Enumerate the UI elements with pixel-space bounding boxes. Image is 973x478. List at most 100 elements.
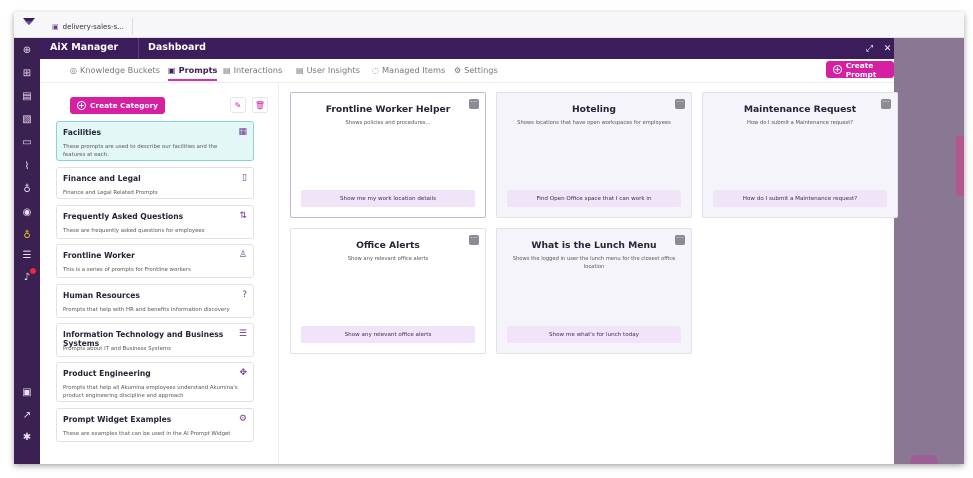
prompt-card[interactable]: ··· What is the Lunch Menu Shows the log… xyxy=(496,228,692,354)
card-cta[interactable]: Show me what's for lunch today xyxy=(507,326,681,343)
category-item-finance[interactable]: Finance and Legal Finance and Legal Rela… xyxy=(56,167,254,199)
card-cta[interactable]: Show me my work location details xyxy=(301,190,475,207)
prompt-card[interactable]: ··· Frontline Worker Helper Shows polici… xyxy=(290,92,486,218)
person-icon: ♙ xyxy=(238,250,247,260)
edit-icon[interactable]: ✎ xyxy=(230,97,246,113)
prompt-card[interactable]: ··· Hoteling Shows locations that have o… xyxy=(496,92,692,218)
plus-icon: + xyxy=(77,101,86,110)
analytics-icon[interactable]: ⌇ xyxy=(20,159,34,173)
panel-divider xyxy=(278,83,279,464)
insights-icon: ▤ xyxy=(296,65,304,75)
card-desc: Shows locations that have open workspace… xyxy=(517,120,671,126)
lightbulb-icon[interactable]: ♁ xyxy=(20,228,34,242)
images-icon[interactable]: ▧ xyxy=(20,112,34,126)
category-desc: These prompts are used to describe our f… xyxy=(63,144,218,158)
browser-tab[interactable]: ▣ delivery-sales-s... xyxy=(44,18,133,35)
calendar-icon[interactable]: ▣ xyxy=(20,385,34,399)
tab-user-insights[interactable]: ▤ User Insights xyxy=(296,65,360,75)
category-desc: This is a series of prompts for Frontlin… xyxy=(63,267,191,273)
card-title: Office Alerts xyxy=(356,240,420,251)
list-icon: ☰ xyxy=(238,329,247,339)
category-title: Frontline Worker xyxy=(63,251,135,260)
category-item-facilities[interactable]: Facilities These prompts are used to des… xyxy=(56,121,254,161)
category-item-widget[interactable]: Prompt Widget Examples These are example… xyxy=(56,408,254,442)
close-icon[interactable]: ✕ xyxy=(880,41,895,56)
gear-icon: ⚙ xyxy=(238,414,247,424)
category-title: Frequently Asked Questions xyxy=(63,212,184,221)
card-cta[interactable]: How do I submit a Maintenance request? xyxy=(713,190,887,207)
tab-knowledge-buckets[interactable]: ◎ Knowledge Buckets xyxy=(70,65,160,75)
award-icon[interactable]: ♁ xyxy=(20,182,34,196)
interactions-icon: ▤ xyxy=(223,65,231,75)
category-title: Product Engineering xyxy=(63,369,151,378)
tab-label: Interactions xyxy=(233,65,283,75)
tab-label: Knowledge Buckets xyxy=(79,65,160,75)
tab-managed-items[interactable]: ◌ Managed Items xyxy=(372,65,445,75)
category-title: Human Resources xyxy=(63,291,140,300)
category-desc: These are examples that can be used in t… xyxy=(63,431,231,437)
document-icon[interactable]: ▤ xyxy=(20,89,34,103)
prompt-card[interactable]: ··· Maintenance Request How do I submit … xyxy=(702,92,898,218)
layout-icon[interactable]: ▭ xyxy=(20,135,34,149)
move-icon: ✥ xyxy=(239,368,247,378)
bug-icon[interactable]: ✱ xyxy=(20,430,34,444)
create-prompt-button[interactable]: + Create Prompt xyxy=(826,60,894,79)
card-title: Frontline Worker Helper xyxy=(325,104,451,115)
header-divider xyxy=(138,38,139,59)
add-circle-icon[interactable]: ⊕ xyxy=(20,43,34,57)
notification-badge xyxy=(30,268,36,274)
category-item-it[interactable]: Information Technology and Business Syst… xyxy=(56,323,254,357)
app-window: ▣ delivery-sales-s... ⊕ ⊞ ▤ ▧ ▭ ⌇ ♁ ◉ ♁ … xyxy=(14,12,964,464)
card-desc: Show any relevant office alerts xyxy=(347,256,429,262)
card-desc: Shows the logged in user the lunch menu … xyxy=(512,256,676,270)
broadcast-icon[interactable]: ◉ xyxy=(20,205,34,219)
card-desc: Shows policies and procedures... xyxy=(345,120,431,126)
prompt-card[interactable]: ··· Office Alerts Show any relevant offi… xyxy=(290,228,486,354)
main-content: ◎ Knowledge Buckets ▣ Prompts ▤ Interact… xyxy=(40,59,898,464)
hierarchy-icon[interactable]: ⊞ xyxy=(20,66,34,80)
tab-interactions[interactable]: ▤ Interactions xyxy=(223,65,282,75)
category-item-hr[interactable]: Human Resources Prompts that help with H… xyxy=(56,284,254,318)
tab-prompts[interactable]: ▣ Prompts xyxy=(168,65,218,81)
card-title: Maintenance Request xyxy=(743,104,857,115)
delete-icon[interactable]: 🗑 xyxy=(252,97,268,113)
tab-label: Settings xyxy=(464,65,498,75)
help-icon: ? xyxy=(242,290,247,300)
app-header: AiX Manager Dashboard ⤢ ✕ xyxy=(40,38,894,59)
category-desc: Prompts about IT and Business Systems xyxy=(63,346,171,352)
page-icon: ▣ xyxy=(52,22,59,31)
create-prompt-label: Create Prompt xyxy=(845,60,877,79)
building-icon: ▦ xyxy=(238,127,247,137)
nav-tabs: ◎ Knowledge Buckets ▣ Prompts ▤ Interact… xyxy=(40,59,894,83)
card-cta[interactable]: Show any relevant office alerts xyxy=(301,326,475,343)
category-item-frontline[interactable]: Frontline Worker This is a series of pro… xyxy=(56,244,254,278)
create-category-label: Create Category xyxy=(90,101,158,110)
card-cta[interactable]: Find Open Office space that I can work i… xyxy=(507,190,681,207)
managed-icon: ◌ xyxy=(372,65,379,75)
faq-icon: ⇅ xyxy=(239,211,247,221)
page-title: Dashboard xyxy=(148,42,206,53)
chat-launcher[interactable] xyxy=(910,455,938,464)
tab-label: User Insights xyxy=(306,65,360,75)
company-logo xyxy=(23,18,35,25)
browser-tab-strip: ▣ delivery-sales-s... xyxy=(14,12,964,38)
category-title: Facilities xyxy=(63,128,102,137)
expand-icon[interactable]: ⤢ xyxy=(862,41,877,56)
external-link-icon[interactable]: ↗ xyxy=(20,408,34,422)
background-overlay xyxy=(894,38,964,464)
category-title: Prompt Widget Examples xyxy=(63,415,172,424)
side-panel-tab[interactable] xyxy=(956,136,964,196)
prompt-icon: ▣ xyxy=(168,65,176,75)
category-item-faq[interactable]: Frequently Asked Questions These are fre… xyxy=(56,205,254,239)
category-item-product[interactable]: Product Engineering Prompts that help al… xyxy=(56,362,254,402)
plus-icon: + xyxy=(833,65,842,74)
card-title: What is the Lunch Menu xyxy=(531,240,657,251)
list-icon[interactable]: ☰ xyxy=(20,248,34,262)
category-title: Finance and Legal xyxy=(63,174,141,183)
app-title: AiX Manager xyxy=(50,42,119,53)
category-desc: Prompts that help all Akumina employees … xyxy=(63,385,238,399)
category-desc: These are frequently asked questions for… xyxy=(63,228,205,234)
tab-settings[interactable]: ⚙ Settings xyxy=(454,65,498,75)
notification-icon[interactable]: ♪ xyxy=(20,268,36,284)
create-category-button[interactable]: + Create Category xyxy=(70,97,165,114)
